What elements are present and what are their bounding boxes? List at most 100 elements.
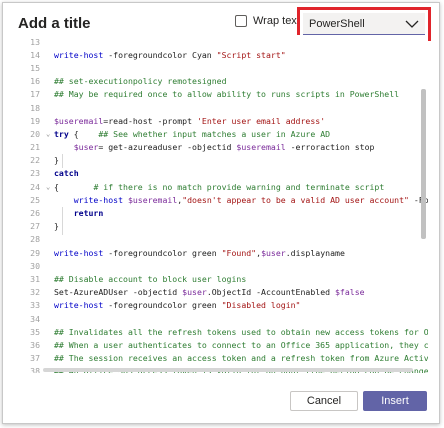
- code-token: ## When a user authenticates to connect …: [54, 339, 428, 350]
- code-text: try { ## See whether input matches a use…: [54, 129, 330, 139]
- code-text: write-host $useremail,"doesn't appear to…: [54, 195, 428, 205]
- code-token: "doesn't appear to be a valid AD user ac…: [182, 194, 409, 205]
- code-token: $useremail: [127, 194, 178, 205]
- line-number: 20: [30, 128, 40, 139]
- code-text: ## May be required once to allow ability…: [54, 89, 399, 99]
- code-token: return: [73, 208, 104, 219]
- code-token: }: [54, 155, 59, 166]
- insert-button[interactable]: Insert: [363, 391, 427, 411]
- code-token: .ObjectId -AccountEnabled: [206, 287, 335, 298]
- line-number: 28: [30, 234, 40, 245]
- wrap-text-label: Wrap text: [253, 15, 300, 27]
- code-line: 32 Set-AzureADUser -objectid $user.Object…: [18, 286, 428, 299]
- code-token: ## Disable account to block user logins: [54, 273, 247, 284]
- line-number: 15: [30, 62, 40, 73]
- code-line: 27}: [18, 220, 428, 233]
- line-number: 32: [30, 287, 40, 298]
- indent-guide: [62, 207, 63, 235]
- code-text: Set-AzureADUser -objectid $user.ObjectId…: [54, 287, 365, 297]
- vertical-scrollbar-thumb[interactable]: [421, 89, 426, 239]
- code-token: catch: [54, 168, 79, 179]
- wrap-text-toggle[interactable]: Wrap text: [235, 15, 300, 27]
- code-token: .displayname: [285, 247, 345, 258]
- code-line: 20 ⌄ try { ## See whether input matches a …: [18, 127, 428, 140]
- code-token: $user: [182, 287, 207, 298]
- line-number: 21: [30, 142, 40, 153]
- code-editor[interactable]: 13 14 write-host -foregroundcolor Cyan "Sc…: [18, 35, 428, 373]
- code-line: 23 catch: [18, 167, 428, 180]
- line-number: 17: [30, 89, 40, 100]
- wrap-text-checkbox[interactable]: [235, 15, 247, 27]
- code-line: 21 $user= get-azureaduser -objectid $use…: [18, 141, 428, 154]
- code-token: $user: [261, 247, 286, 258]
- line-number: 33: [30, 300, 40, 311]
- code-text: $user= get-azureaduser -objectid $userem…: [54, 142, 375, 153]
- code-token: ## set-executionpolicy remotesigned: [54, 76, 227, 87]
- code-text: }: [54, 221, 59, 231]
- code-token: try: [54, 128, 69, 139]
- line-number: 31: [30, 273, 40, 284]
- line-number: 25: [30, 194, 40, 205]
- code-token: ## The session receives an access token …: [54, 353, 428, 364]
- code-token: # if there is no match provide warning a…: [93, 181, 385, 192]
- code-token: $user: [73, 142, 99, 153]
- code-line: 33 write-host -foregroundcolor green "Dis…: [18, 299, 428, 312]
- code-text: write-host -foregroundcolor Cyan "Script…: [54, 50, 286, 60]
- code-line: 16 ## set-executionpolicy remotesigned: [18, 75, 428, 88]
- code-line: 14 write-host -foregroundcolor Cyan "Scri…: [18, 48, 428, 61]
- language-select-value: PowerShell: [309, 17, 365, 30]
- line-number: 16: [30, 76, 40, 87]
- code-text: $useremail=read-host -prompt 'Enter user…: [54, 116, 325, 126]
- code-token: -foregroundcolor Cyan: [103, 49, 217, 60]
- line-number: 26: [30, 208, 40, 219]
- code-line: 26 return: [18, 206, 428, 219]
- code-token: -foregroundcolor green: [103, 300, 222, 311]
- dialog-title: Add a title: [18, 15, 91, 32]
- code-line: 24 ⌄{ # if there is no match provide warn…: [18, 180, 428, 193]
- code-line: 19 $useremail=read-host -prompt 'Enter us…: [18, 114, 428, 127]
- code-line: 35 ## Invalidates all the refresh tokens …: [18, 325, 428, 338]
- code-text: { # if there is no match provide warning…: [54, 182, 384, 192]
- fold-chevron-icon[interactable]: ⌄: [46, 183, 54, 191]
- code-token: "Found": [221, 247, 257, 258]
- code-line: 22}: [18, 154, 428, 167]
- language-select[interactable]: PowerShell: [303, 13, 425, 35]
- code-line: 25 write-host $useremail,"doesn't appear…: [18, 193, 428, 206]
- code-token: {: [68, 128, 99, 139]
- code-line: 18: [18, 101, 428, 114]
- code-token: write-host: [54, 49, 104, 60]
- cancel-button[interactable]: Cancel: [290, 391, 358, 411]
- line-number: 24: [30, 181, 40, 192]
- line-number: 22: [30, 155, 40, 166]
- code-line: 29 write-host -foregroundcolor green "Fou…: [18, 246, 428, 259]
- code-token: 'Enter user email address': [196, 115, 326, 126]
- code-line: 13: [18, 35, 428, 48]
- vertical-scrollbar[interactable]: [421, 39, 426, 369]
- line-number: 36: [30, 339, 40, 350]
- code-text: catch: [54, 168, 79, 178]
- code-token: write-host: [73, 194, 124, 205]
- code-line: 34: [18, 312, 428, 325]
- code-text: ## When a user authenticates to connect …: [54, 340, 428, 350]
- line-number: 37: [30, 353, 40, 364]
- indent-guide: [62, 154, 63, 168]
- code-token: $useremail: [236, 142, 286, 153]
- code-token: "Disabled login": [221, 300, 301, 311]
- code-line: 37 ## The session receives an access toke…: [18, 352, 428, 365]
- code-token: $useremail: [54, 115, 104, 126]
- line-number: 27: [30, 221, 40, 232]
- line-number: 19: [30, 115, 40, 126]
- code-text: ## Invalidates all the refresh tokens us…: [54, 327, 428, 337]
- code-line: 31 ## Disable account to block user login…: [18, 272, 428, 285]
- line-number: 30: [30, 260, 40, 271]
- fold-chevron-icon[interactable]: ⌄: [46, 130, 54, 138]
- code-text: ## set-executionpolicy remotesigned: [54, 76, 227, 86]
- code-text: write-host -foregroundcolor green "Disab…: [54, 300, 300, 310]
- code-token: $false: [335, 287, 365, 298]
- horizontal-scrollbar[interactable]: [43, 368, 413, 372]
- code-text: ## The session receives an access token …: [54, 353, 428, 363]
- line-number: 29: [30, 247, 40, 258]
- code-token: = get-azureaduser -objectid: [98, 142, 237, 153]
